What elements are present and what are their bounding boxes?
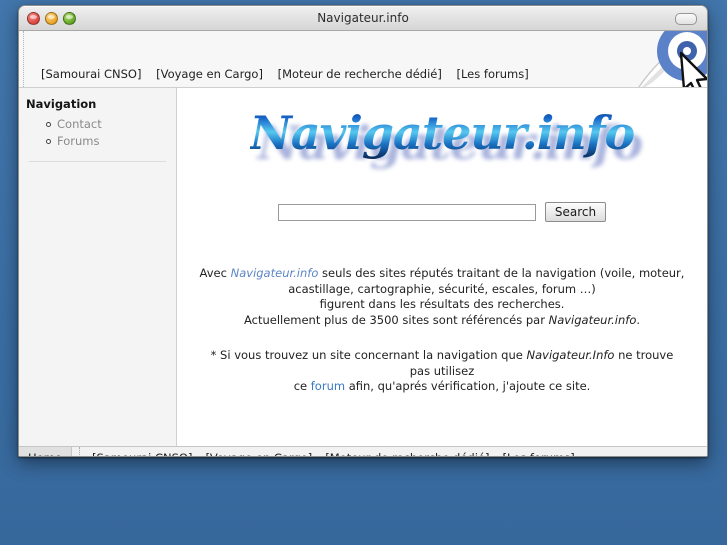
topnav-link-les-forums[interactable]: [Les forums] [456, 67, 528, 81]
intro-line4-suffix: . [636, 312, 641, 327]
brand-link-navigateur-info[interactable]: Navigateur.info [231, 266, 319, 280]
logo-group: Navigateur.info Navigateur.info [249, 106, 643, 170]
site-header: [Samourai CNSO] [Voyage en Cargo] [Moteu… [19, 31, 707, 88]
intro-line3: figurent dans les résultats des recherch… [319, 297, 565, 311]
top-navigation: [Samourai CNSO] [Voyage en Cargo] [Moteu… [41, 67, 540, 81]
sidebar-list: Contact Forums [19, 117, 176, 149]
footer-link-samourai-cnso[interactable]: [Samourai CNSO] [92, 451, 192, 456]
body-columns: Navigation Contact Forums Navigateur.inf… [19, 88, 707, 446]
note-line2-prefix: ce [293, 379, 311, 393]
footer-link-moteur-de-recherche-dedie[interactable]: [Moteur de recherche dédié] [325, 451, 489, 456]
bullet-icon [46, 139, 51, 144]
note-line1-prefix: * Si vous trouvez un site concernant la … [210, 348, 527, 362]
page-content: [Samourai CNSO] [Voyage en Cargo] [Moteu… [19, 31, 707, 456]
intro-line4-brand: Navigateur.info [548, 312, 637, 327]
search-form: Search [177, 202, 707, 222]
main-content: Navigateur.info Navigateur.info Search A… [177, 88, 707, 446]
intro-line1-prefix: Avec [199, 266, 231, 280]
sidebar-item-contact[interactable]: Contact [46, 117, 176, 132]
search-input[interactable] [277, 203, 536, 221]
note-paragraph: * Si vous trouvez un site concernant la … [177, 348, 707, 395]
search-button[interactable]: Search [544, 202, 607, 222]
footer-link-les-forums[interactable]: [Les forums] [502, 451, 574, 456]
logo-main-text: Navigateur.info [249, 106, 635, 160]
footer-links: [Samourai CNSO] [Voyage en Cargo] [Moteu… [80, 447, 588, 456]
footer-link-voyage-en-cargo[interactable]: [Voyage en Cargo] [205, 451, 312, 456]
sidebar: Navigation Contact Forums [19, 88, 177, 446]
bullet-icon [46, 122, 51, 127]
toolbar-toggle-button[interactable] [675, 13, 697, 25]
sidebar-item-forums[interactable]: Forums [46, 134, 176, 149]
topnav-link-samourai-cnso[interactable]: [Samourai CNSO] [41, 67, 141, 81]
sidebar-heading: Navigation [26, 97, 97, 111]
intro-line2: acastillage, cartographie, sécurité, esc… [288, 281, 596, 296]
sidebar-divider [29, 161, 166, 162]
intro-line4-prefix: Actuellement plus de 3500 sites sont réf… [243, 312, 549, 327]
site-footer: Home [Samourai CNSO] [Voyage en Cargo] [… [19, 446, 707, 456]
header-dotted-rule [23, 31, 24, 87]
bullseye-cursor-icon [638, 31, 707, 87]
intro-line1-suffix: seuls des sites réputés traitant de la n… [318, 266, 685, 280]
note-line1-brand: Navigateur.Info [526, 348, 615, 362]
note-line2-suffix: afin, qu'aprés vérification, j'ajoute ce… [345, 379, 591, 393]
sidebar-item-label[interactable]: Forums [57, 134, 99, 148]
sidebar-item-label[interactable]: Contact [57, 117, 102, 131]
footer-home-tab[interactable]: Home [19, 447, 72, 456]
desktop-background: Navigateur.info [Samourai CNSO] [Voyage … [0, 0, 727, 545]
intro-paragraph: Avec Navigateur.info seuls des sites rép… [177, 266, 707, 328]
site-logo: Navigateur.info Navigateur.info [177, 88, 707, 178]
topnav-link-moteur-de-recherche-dedie[interactable]: [Moteur de recherche dédié] [278, 67, 442, 81]
browser-window: Navigateur.info [Samourai CNSO] [Voyage … [18, 5, 708, 457]
window-titlebar: Navigateur.info [19, 6, 707, 31]
forum-link[interactable]: forum [311, 379, 345, 393]
topnav-link-voyage-en-cargo[interactable]: [Voyage en Cargo] [156, 67, 263, 81]
window-title: Navigateur.info [317, 11, 409, 25]
